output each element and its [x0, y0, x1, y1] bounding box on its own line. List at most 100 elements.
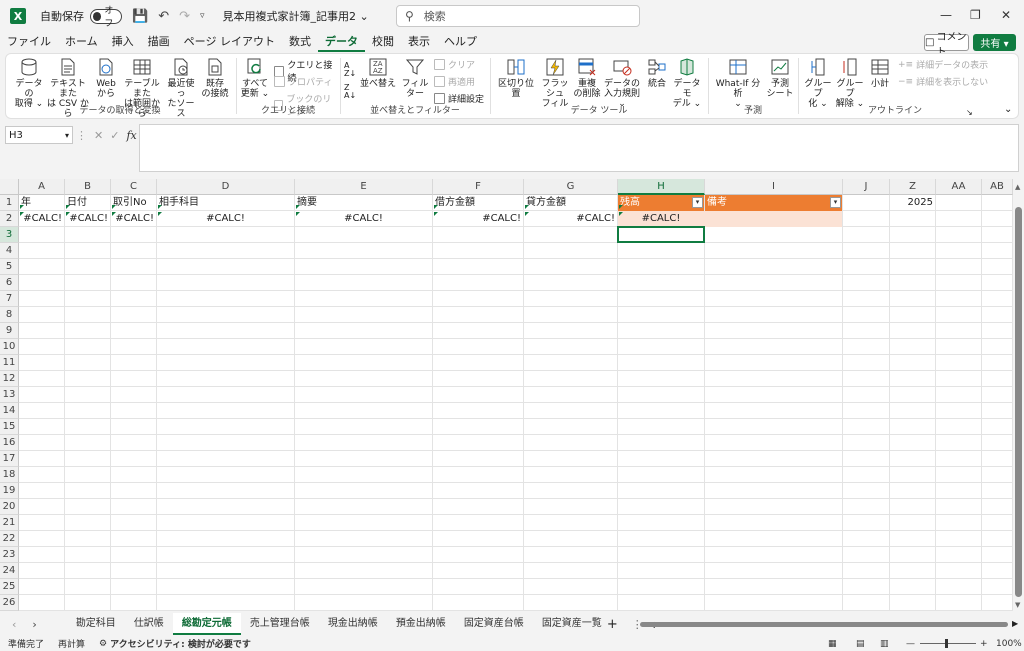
scroll-right-icon[interactable]: ▶ [1012, 619, 1018, 628]
flash-fill-button[interactable]: フラッシュ フィル [538, 57, 572, 109]
tab-draw[interactable]: 描画 [141, 32, 177, 52]
tab-home[interactable]: ホーム [58, 32, 105, 52]
sort-descending-icon[interactable]: Z A↓ [344, 84, 356, 100]
row-header-14[interactable]: 14 [0, 403, 19, 419]
row-header-9[interactable]: 9 [0, 323, 19, 339]
scroll-down-icon[interactable]: ▼ [1015, 601, 1020, 609]
cell-e1[interactable]: 摘要 [295, 195, 432, 211]
column-header-e[interactable]: E [295, 179, 433, 195]
properties-button[interactable]: プロパティ [274, 75, 332, 88]
consolidate-button[interactable]: 統合 [644, 57, 670, 89]
autosave-toggle[interactable]: オフ [90, 6, 122, 29]
cell-f1[interactable]: 借方金額 [433, 195, 523, 211]
row-header-21[interactable]: 21 [0, 515, 19, 531]
column-header-z[interactable]: Z [890, 179, 936, 195]
horizontal-scrollbar-thumb[interactable] [640, 622, 1008, 627]
tab-data[interactable]: データ [317, 32, 365, 52]
comments-button[interactable]: □ コメント [924, 32, 969, 58]
cell-z1[interactable]: 2025 [890, 195, 935, 211]
tab-help[interactable]: ヘルプ [437, 32, 484, 52]
next-sheet-icon[interactable]: › [32, 618, 36, 631]
row-header-19[interactable]: 19 [0, 483, 19, 499]
share-button[interactable]: 共有 ▾ [973, 34, 1016, 51]
row-header-1[interactable]: 1 [0, 195, 19, 211]
outline-dialog-launcher-icon[interactable]: ↘ [966, 108, 973, 117]
zoom-slider-thumb[interactable] [945, 639, 948, 648]
undo-icon[interactable]: ↶ [158, 9, 169, 24]
cell-h2[interactable]: #CALC! [618, 211, 704, 227]
column-header-aa[interactable]: AA [936, 179, 982, 195]
row-header-11[interactable]: 11 [0, 355, 19, 371]
column-header-g[interactable]: G [524, 179, 618, 195]
customize-toolbar-icon[interactable]: ▿ [200, 11, 205, 21]
insert-function-icon[interactable]: fx [126, 129, 136, 142]
sheet-tab[interactable]: 現金出納帳 [319, 613, 387, 635]
clear-filter-button[interactable]: クリア [434, 58, 475, 71]
column-header-d[interactable]: D [157, 179, 295, 195]
row-header-5[interactable]: 5 [0, 259, 19, 275]
row-header-4[interactable]: 4 [0, 243, 19, 259]
row-header-15[interactable]: 15 [0, 419, 19, 435]
remove-duplicates-button[interactable]: 重複 の削除 [572, 57, 602, 99]
document-title[interactable]: 見本用複式家計簿_記事用2 ⌄ [223, 8, 369, 24]
sheet-tab-active[interactable]: 総勘定元帳 [172, 613, 241, 635]
selected-cell-h3[interactable] [617, 226, 705, 243]
zoom-level[interactable]: 100% [996, 639, 1022, 649]
vertical-scrollbar[interactable]: ▲ ▼ [1013, 179, 1024, 611]
sheet-tab[interactable]: 預金出納帳 [387, 613, 455, 635]
data-validation-button[interactable]: データの 入力規則 ⌄ [602, 57, 642, 109]
cell-e2[interactable]: #CALC! [295, 211, 432, 227]
tab-formulas[interactable]: 数式 [282, 32, 318, 52]
row-header-17[interactable]: 17 [0, 451, 19, 467]
row-header-7[interactable]: 7 [0, 291, 19, 307]
prev-sheet-icon[interactable]: ‹ [12, 618, 16, 631]
row-header-18[interactable]: 18 [0, 467, 19, 483]
row-header-22[interactable]: 22 [0, 531, 19, 547]
row-header-24[interactable]: 24 [0, 563, 19, 579]
tab-review[interactable]: 校閲 [365, 32, 401, 52]
what-if-analysis-button[interactable]: What-If 分析 ⌄ [712, 57, 764, 109]
text-to-columns-button[interactable]: 区切り位置 [494, 57, 538, 99]
ungroup-button[interactable]: グループ 解除 ⌄ [834, 57, 866, 109]
cell-g2[interactable]: #CALC! [524, 211, 617, 227]
existing-connections-button[interactable]: 既存 の接続 [200, 57, 230, 99]
filter-dropdown-icon[interactable]: ▾ [830, 197, 841, 208]
close-icon[interactable]: ✕ [1001, 8, 1011, 22]
tab-insert[interactable]: 挿入 [105, 32, 141, 52]
reapply-button[interactable]: 再適用 [434, 75, 475, 88]
tab-file[interactable]: ファイル [0, 32, 58, 52]
confirm-entry-icon[interactable]: ✓ [110, 129, 119, 142]
normal-view-icon[interactable]: ▦ [828, 639, 837, 649]
row-header-25[interactable]: 25 [0, 579, 19, 595]
row-header-12[interactable]: 12 [0, 371, 19, 387]
page-break-view-icon[interactable]: ▥ [880, 639, 889, 649]
filter-button[interactable]: フィルター [398, 57, 432, 99]
group-button[interactable]: グループ 化 ⌄ [802, 57, 834, 109]
filter-dropdown-icon[interactable]: ▾ [692, 197, 703, 208]
cell-a2[interactable]: #CALC! [19, 211, 64, 227]
sheet-tab[interactable]: 固定資産一覧 ... [533, 613, 603, 635]
refresh-all-button[interactable]: すべて 更新 ⌄ [240, 57, 270, 99]
save-icon[interactable]: 💾 [132, 9, 148, 24]
tab-page-layout[interactable]: ページ レイアウト [177, 32, 282, 52]
get-data-button[interactable]: データの 取得 ⌄ [12, 57, 46, 109]
sheet-tab[interactable]: 仕訳帳 [125, 613, 173, 635]
row-header-13[interactable]: 13 [0, 387, 19, 403]
cell-b1[interactable]: 日付 [65, 195, 110, 211]
add-sheet-button[interactable]: + [607, 617, 618, 632]
select-all-corner[interactable] [0, 179, 19, 195]
hide-detail-button[interactable]: −≡ 詳細を表示しない [898, 75, 988, 89]
data-model-button[interactable]: データ モ デル ⌄ [670, 57, 704, 109]
cell-i1[interactable]: 備考 [705, 195, 842, 211]
scrollbar-thumb[interactable] [1015, 207, 1022, 597]
sheet-tab[interactable]: 売上管理台帳 [241, 613, 319, 635]
minimize-icon[interactable]: — [940, 8, 952, 22]
restore-icon[interactable]: ❐ [970, 8, 981, 22]
zoom-in-icon[interactable]: + [980, 639, 988, 649]
spreadsheet-grid[interactable]: A B C D E F G H I J Z AA AB 1 2 3 4 5 6 7 8 9 10 11 12 13 14 15 16 17… [0, 179, 1013, 611]
collapse-ribbon-icon[interactable]: ⌄ [1004, 104, 1012, 115]
column-header-ab[interactable]: AB [982, 179, 1013, 195]
sheet-tab[interactable]: 勘定科目 [67, 613, 125, 635]
column-header-b[interactable]: B [65, 179, 111, 195]
cell-d1[interactable]: 相手科目 [157, 195, 294, 211]
